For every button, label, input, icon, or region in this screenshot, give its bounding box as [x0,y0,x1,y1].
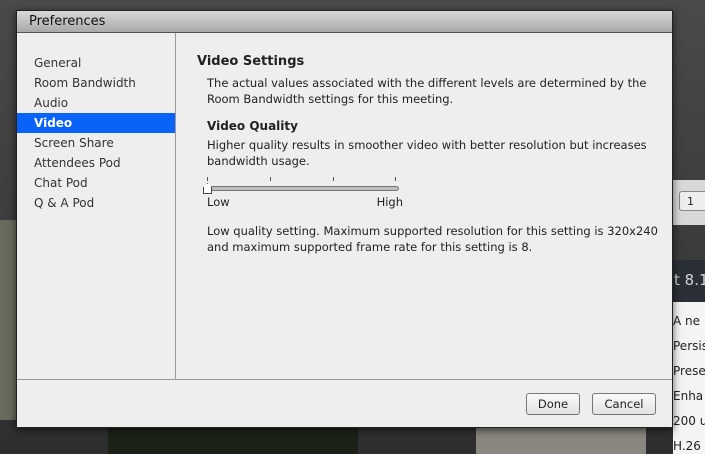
sidebar-item-room-bandwidth[interactable]: Room Bandwidth [17,73,175,93]
slider-tick [270,177,271,181]
background-page-button[interactable]: 1 [679,191,705,211]
video-quality-description: Higher quality results in smoother video… [207,138,647,168]
background-notes: A ne Persis Prese Enha 200 u H.26 [673,302,705,454]
sidebar: General Room Bandwidth Audio Video Scree… [17,33,176,379]
slider-tick [207,177,208,181]
background-video [108,428,358,454]
section-title: Video Settings [197,54,305,69]
setting-info-text: Low quality setting. Maximum supported r… [207,224,658,254]
dialog-title[interactable]: Preferences [17,11,672,33]
sidebar-item-qa-pod[interactable]: Q & A Pod [17,193,175,213]
intro-text: The actual values associated with the di… [207,76,647,106]
slider-track[interactable] [207,186,399,191]
background-note: H.26 [673,439,701,453]
slider-min-label: Low [207,195,230,209]
background-note: A ne [673,314,701,328]
sidebar-item-screen-share[interactable]: Screen Share [17,133,175,153]
slider-thumb[interactable] [203,183,212,194]
background-heading: t 8.1 [673,260,705,302]
background-note: Prese [673,364,705,378]
cancel-button[interactable]: Cancel [592,393,656,415]
background-thumbnail [476,428,646,454]
preferences-dialog: Preferences General Room Bandwidth Audio… [16,10,673,428]
background-note: Enha [673,389,704,403]
video-settings-panel: Video Settings The actual values associa… [177,33,674,379]
dialog-footer: Done Cancel [17,379,672,428]
sidebar-item-attendees-pod[interactable]: Attendees Pod [17,153,175,173]
background-note: Persis [673,339,705,353]
background-note: 200 u [673,414,705,428]
slider-tick [333,177,334,181]
sidebar-item-video[interactable]: Video [17,113,175,133]
sidebar-item-audio[interactable]: Audio [17,93,175,113]
sidebar-item-general[interactable]: General [17,53,175,73]
done-button[interactable]: Done [526,393,580,415]
background-image [0,220,16,420]
video-quality-heading: Video Quality [207,119,298,133]
sidebar-item-chat-pod[interactable]: Chat Pod [17,173,175,193]
video-quality-slider[interactable] [203,177,402,195]
slider-max-label: High [376,195,403,209]
slider-tick [395,177,396,181]
